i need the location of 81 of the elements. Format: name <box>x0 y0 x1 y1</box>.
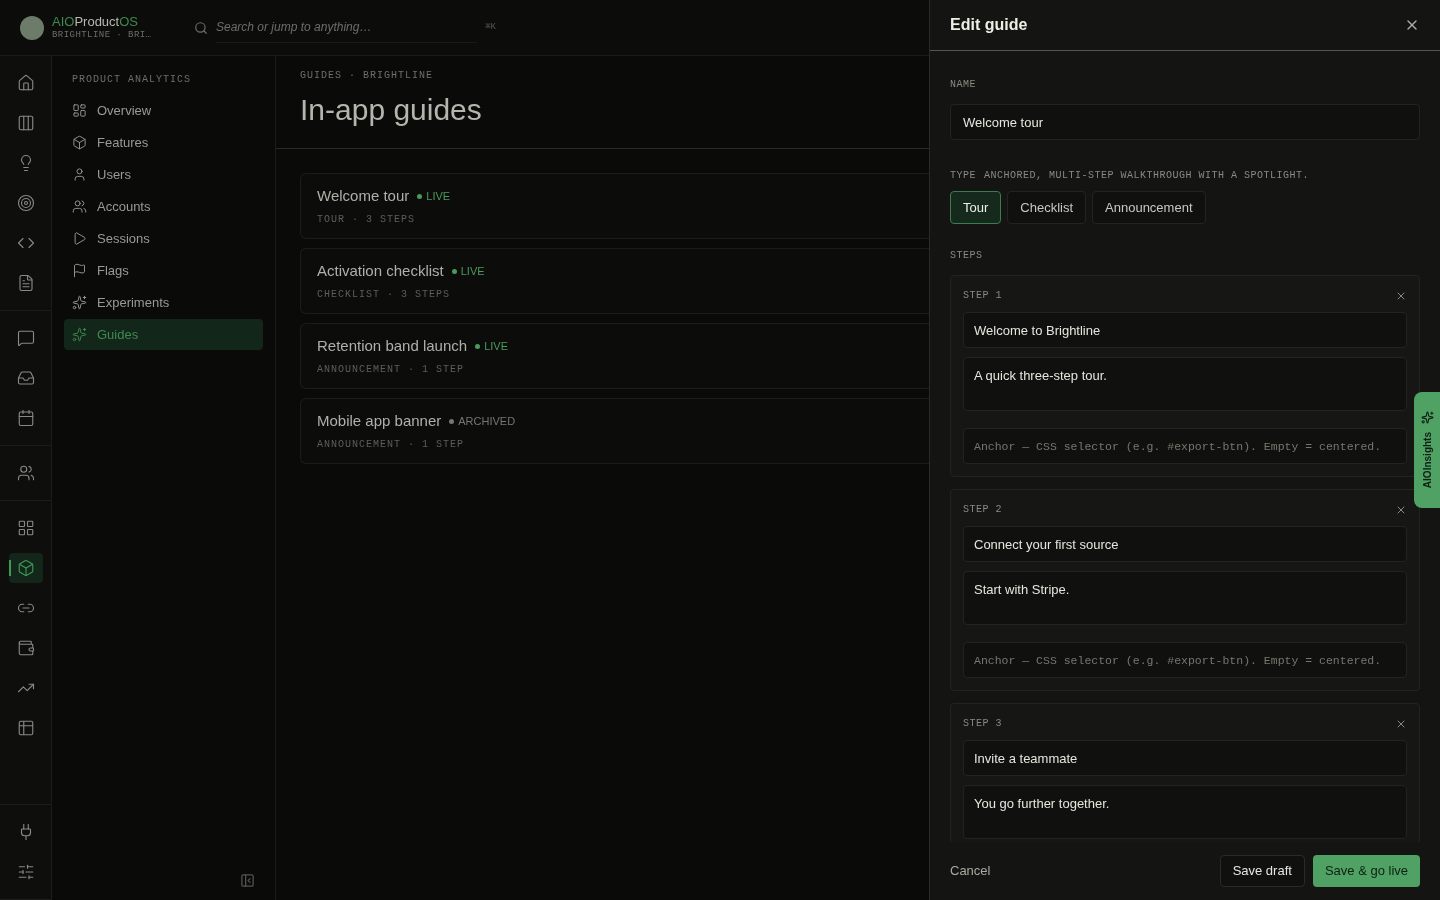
sidebar-item[interactable]: Sessions <box>64 223 263 254</box>
table-icon <box>16 719 35 737</box>
user-icon <box>72 167 87 182</box>
anchor-field[interactable]: Anchor — CSS selector (e.g. #export-btn). Empty = centered. <box>963 428 1407 464</box>
sidebar-item[interactable]: Users <box>64 159 263 190</box>
name-field[interactable]: Welcome tour <box>950 104 1420 140</box>
insights-tab[interactable]: AIOInsights <box>1414 392 1440 508</box>
sparkles-icon <box>72 295 87 310</box>
guide-meta: ANNOUNCEMENT · 1 STEP <box>317 363 466 378</box>
flag-icon <box>72 263 87 278</box>
guide-card[interactable]: Activation checklist LIVE CHECKLIST · 3 STEPS <box>300 248 929 314</box>
breadcrumb: GUIDES · BRIGHTLINE <box>300 69 435 83</box>
step-title-field[interactable]: Invite a teammate <box>963 740 1407 776</box>
workspace-name: BRIGHTLINE · BRI… <box>52 30 152 42</box>
cube-icon <box>72 135 87 150</box>
sidebar-item[interactable]: Experiments <box>64 287 263 318</box>
inbox-icon <box>16 369 35 387</box>
drawer-title: Edit guide <box>950 15 1028 35</box>
guide-meta: ANNOUNCEMENT · 1 STEP <box>317 438 466 453</box>
step-title-field[interactable]: Welcome to Brightline <box>963 312 1407 348</box>
status-label: LIVE <box>426 188 451 204</box>
type-hint: ANCHORED, MULTI-STEP WALKTHROUGH WITH A SPOTLIGHT. <box>984 169 1310 183</box>
field-label: NAME <box>950 78 977 92</box>
cancel-button[interactable]: Cancel <box>950 861 991 881</box>
field-label: STEPS <box>950 249 984 263</box>
sliders-icon <box>16 863 35 881</box>
step-body-field[interactable]: You go further together. <box>963 785 1407 839</box>
field-label: TYPE <box>950 169 976 183</box>
sidebar-item[interactable]: Flags <box>64 255 263 286</box>
guide-title: Mobile app banner <box>317 410 442 431</box>
play-icon <box>72 231 87 246</box>
step-title-field[interactable]: Connect your first source <box>963 526 1407 562</box>
save-draft-button[interactable]: Save draft <box>1219 855 1305 887</box>
wallet-icon <box>16 639 35 657</box>
status-label: LIVE <box>460 263 485 279</box>
columns-icon <box>16 114 35 132</box>
step-body-field[interactable]: A quick three-step tour. <box>963 357 1407 411</box>
status-label: LIVE <box>484 338 508 354</box>
shortcut-hint: ⌘K <box>485 20 496 34</box>
status-label: ARCHIVED <box>458 413 516 429</box>
rail-button[interactable] <box>8 553 43 583</box>
grid-icon <box>16 519 35 537</box>
grid-icon <box>72 103 87 118</box>
sidebar-item[interactable]: Features <box>64 127 263 158</box>
guide-card[interactable]: Welcome tour LIVE TOUR · 3 STEPS <box>300 173 929 239</box>
calendar-icon <box>16 409 35 427</box>
logo-icon <box>20 15 44 40</box>
guide-card[interactable]: Retention band launch LIVE ANNOUNCEMENT · 1 STEP <box>300 323 929 389</box>
type-option[interactable]: Tour <box>950 191 1002 224</box>
sidebar-item[interactable]: Guides <box>64 319 263 350</box>
guide-title: Retention band launch <box>317 335 468 356</box>
guide-meta: CHECKLIST · 3 STEPS <box>317 288 452 303</box>
sidebar-item[interactable]: Overview <box>64 95 263 126</box>
users-icon <box>16 464 35 482</box>
users-icon <box>72 199 87 214</box>
type-option[interactable]: Announcement <box>1092 191 1206 224</box>
section-heading: PRODUCT ANALYTICS <box>71 73 193 87</box>
step-label: STEP 2 <box>963 503 1002 517</box>
step-body-field[interactable]: Start with Stripe. <box>963 571 1407 625</box>
anchor-field[interactable]: Anchor — CSS selector (e.g. #export-btn). Empty = centered. <box>963 642 1407 678</box>
cube-icon <box>16 559 35 577</box>
step-label: STEP 3 <box>963 717 1002 731</box>
collapse-icon[interactable] <box>240 873 255 888</box>
page-title: In-app guides <box>300 92 483 128</box>
sparkles-icon <box>1420 411 1434 425</box>
guide-title: Welcome tour <box>317 185 410 206</box>
home-icon <box>16 74 35 92</box>
brand-name: AIOProductOS <box>52 13 139 30</box>
search-icon <box>194 20 208 35</box>
chat-icon <box>16 329 35 347</box>
sparkles-icon <box>72 327 87 342</box>
save-live-button[interactable]: Save & go live <box>1312 855 1420 887</box>
sidebar-item[interactable]: Accounts <box>64 191 263 222</box>
target-icon <box>16 194 35 212</box>
guide-title: Activation checklist <box>317 260 444 281</box>
type-option[interactable]: Checklist <box>1007 191 1087 224</box>
guide-meta: TOUR · 3 STEPS <box>317 213 416 228</box>
document-icon <box>16 274 35 292</box>
search-field[interactable]: Search or jump to anything… <box>216 12 478 43</box>
guide-card[interactable]: Mobile app banner ARCHIVED ANNOUNCEMENT · 1 STEP <box>300 398 929 464</box>
step-label: STEP 1 <box>963 289 1002 303</box>
